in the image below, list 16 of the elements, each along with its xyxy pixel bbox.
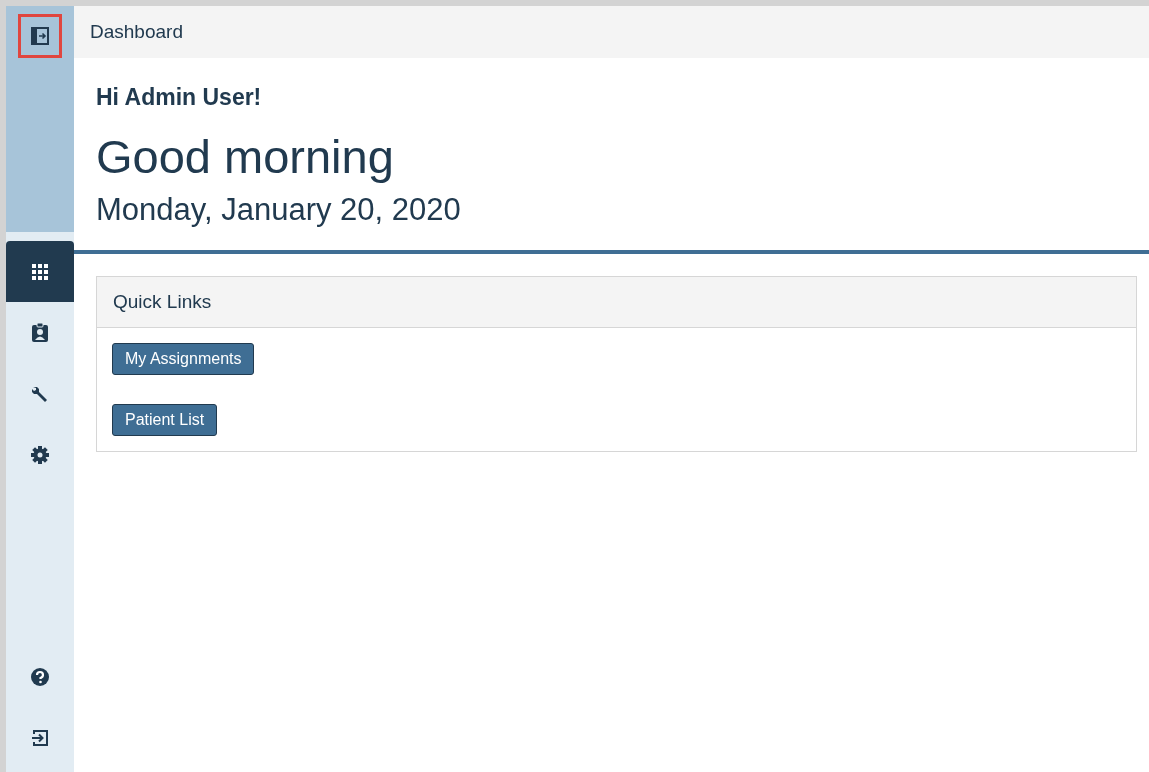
quick-link-button[interactable]: My Assignments [112,343,255,375]
wrench-icon [31,384,49,403]
nav-item[interactable] [6,241,74,302]
settings-icon [31,445,49,464]
id-badge-icon [32,323,48,342]
grid-icon [32,263,48,280]
salutation-heading: Good morning [96,129,395,184]
date-text: Monday, January 20, 2020 [96,192,462,228]
greeting-text: Hi Admin User! [96,84,263,111]
help-icon [31,667,49,686]
sign-in-icon [31,728,49,747]
sidebar-toggle-icon [30,26,50,46]
quick-link-button[interactable]: Patient List [112,404,218,436]
panel-title: Quick Links [113,291,212,313]
page-title: Dashboard [90,21,183,43]
sidebar-toggle-button[interactable] [18,14,62,58]
